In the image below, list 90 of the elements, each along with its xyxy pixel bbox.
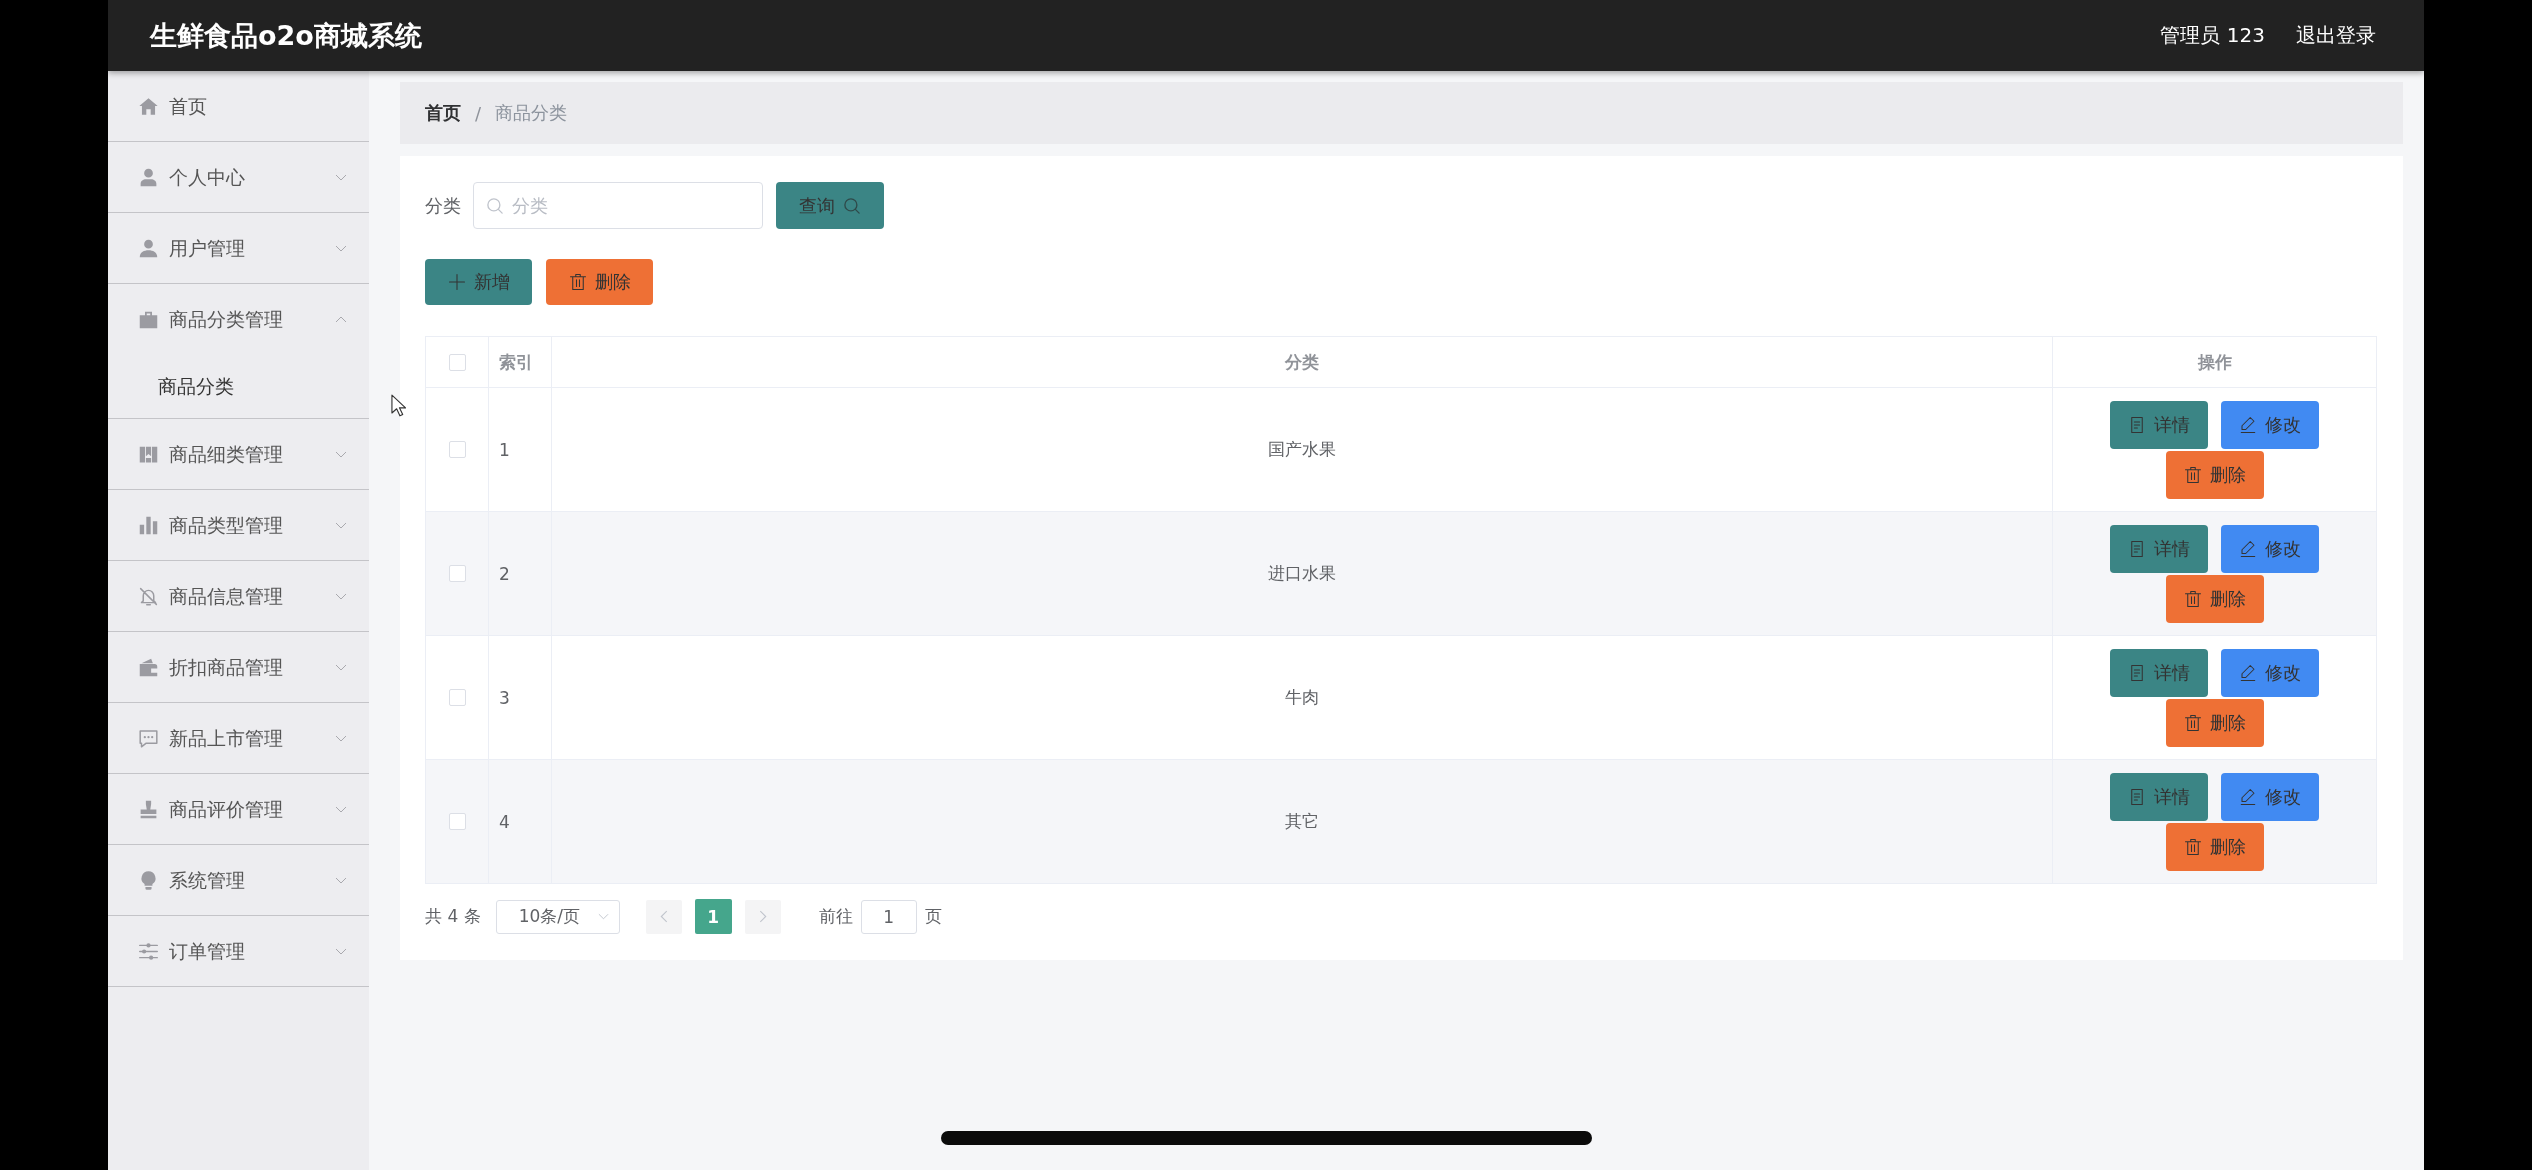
home-icon [138, 95, 159, 117]
user-icon [138, 166, 159, 188]
logout-link[interactable]: 退出登录 [2296, 22, 2376, 49]
trash-icon [568, 273, 587, 291]
chevron-down-icon [335, 173, 347, 181]
table-cell: 牛肉 [1285, 686, 1319, 709]
bar-chart-icon [138, 514, 159, 536]
row-checkbox[interactable] [448, 689, 466, 706]
trash-icon [2183, 713, 2202, 732]
delete-button[interactable]: 删除 [2165, 822, 2264, 871]
menu-item[interactable]: 商品类型管理 [108, 490, 369, 560]
chevron-left-icon [659, 910, 668, 923]
page-jump-field[interactable]: 1 [860, 899, 917, 934]
delete-button[interactable]: 删除 [2165, 574, 2264, 623]
column-header: 操作 [2197, 350, 2232, 374]
document-icon [2128, 539, 2146, 558]
delete-button[interactable]: 删除 [2165, 450, 2264, 499]
chevron-down-icon [335, 734, 347, 742]
table-cell: 进口水果 [1268, 562, 1336, 585]
menu-item[interactable]: 系统管理 [108, 845, 369, 915]
total-count: 共 4 条 [425, 905, 481, 928]
pencil-icon [2239, 539, 2257, 558]
trash-icon [2183, 465, 2202, 484]
chevron-down-icon [335, 663, 347, 671]
table-cell: 1 [499, 439, 510, 460]
document-icon [2128, 787, 2146, 806]
row-checkbox[interactable] [448, 441, 466, 458]
trash-icon [2183, 837, 2202, 856]
document-icon [2128, 663, 2146, 682]
chevron-down-icon [335, 244, 347, 252]
pencil-icon [2239, 415, 2257, 434]
chevron-down-icon [597, 913, 609, 920]
menu-item[interactable]: 商品信息管理 [108, 561, 369, 631]
search-icon [843, 196, 861, 215]
menu-item[interactable]: 新品上市管理 [108, 703, 369, 773]
menu-item[interactable]: 商品评价管理 [108, 774, 369, 844]
delete-button[interactable]: 删除 [546, 259, 653, 305]
pencil-icon [2239, 787, 2257, 806]
document-icon [2128, 415, 2146, 434]
stamp-icon [138, 798, 159, 820]
column-header: 分类 [1285, 350, 1319, 374]
page-suffix: 页 [924, 905, 942, 928]
app-title: 生鲜食品o2o商城系统 [150, 18, 422, 53]
chevron-down-icon [335, 592, 347, 600]
select-all-checkbox[interactable] [448, 353, 466, 371]
edit-button[interactable]: 修改 [2221, 524, 2319, 573]
chevron-up-icon [335, 315, 347, 323]
chevron-down-icon [335, 876, 347, 884]
breadcrumb-link[interactable]: 首页 [425, 101, 461, 125]
submenu-item[interactable]: 商品分类 [108, 354, 369, 418]
menu-item[interactable]: 个人中心 [108, 142, 369, 212]
menu-item[interactable]: 首页 [108, 71, 369, 141]
bell-off-icon [138, 585, 159, 607]
lightbulb-icon [138, 869, 159, 891]
wallet-icon [138, 656, 159, 678]
row-checkbox[interactable] [448, 565, 466, 582]
table-cell: 4 [499, 811, 510, 832]
search-field[interactable]: 分类 [473, 182, 763, 229]
table-cell: 2 [499, 563, 510, 584]
table-cell: 3 [499, 687, 510, 708]
page-size-select[interactable]: 10条/页 [495, 899, 620, 934]
chat-icon [138, 727, 159, 749]
chevron-down-icon [335, 521, 347, 529]
menu-item[interactable]: 订单管理 [108, 916, 369, 986]
edit-button[interactable]: 修改 [2221, 648, 2319, 697]
user-icon [138, 237, 159, 259]
menu-item[interactable]: 商品分类管理 [108, 284, 369, 354]
sliders-icon [138, 940, 159, 962]
table-cell: 国产水果 [1268, 438, 1336, 461]
pencil-icon [2239, 663, 2257, 682]
goto-label: 前往 [818, 905, 853, 928]
chevron-right-icon [758, 910, 767, 923]
edit-button[interactable]: 修改 [2221, 772, 2319, 821]
chevron-down-icon [335, 450, 347, 458]
delete-button[interactable]: 删除 [2165, 698, 2264, 747]
edit-button[interactable]: 修改 [2221, 400, 2319, 449]
chevron-down-icon [335, 805, 347, 813]
trash-icon [2183, 589, 2202, 608]
chevron-down-icon [335, 947, 347, 955]
breadcrumb-separator: / [475, 102, 482, 124]
search-icon [486, 196, 504, 215]
menu-item[interactable]: 商品细类管理 [108, 419, 369, 489]
plus-icon [447, 273, 466, 291]
row-checkbox[interactable] [448, 813, 466, 830]
column-header: 索引 [499, 350, 533, 374]
user-name: 管理员 123 [2160, 22, 2265, 49]
menu-item[interactable]: 折扣商品管理 [108, 632, 369, 702]
search-label: 分类 [425, 193, 461, 218]
menu-item[interactable]: 用户管理 [108, 213, 369, 283]
table-cell: 其它 [1285, 810, 1319, 833]
